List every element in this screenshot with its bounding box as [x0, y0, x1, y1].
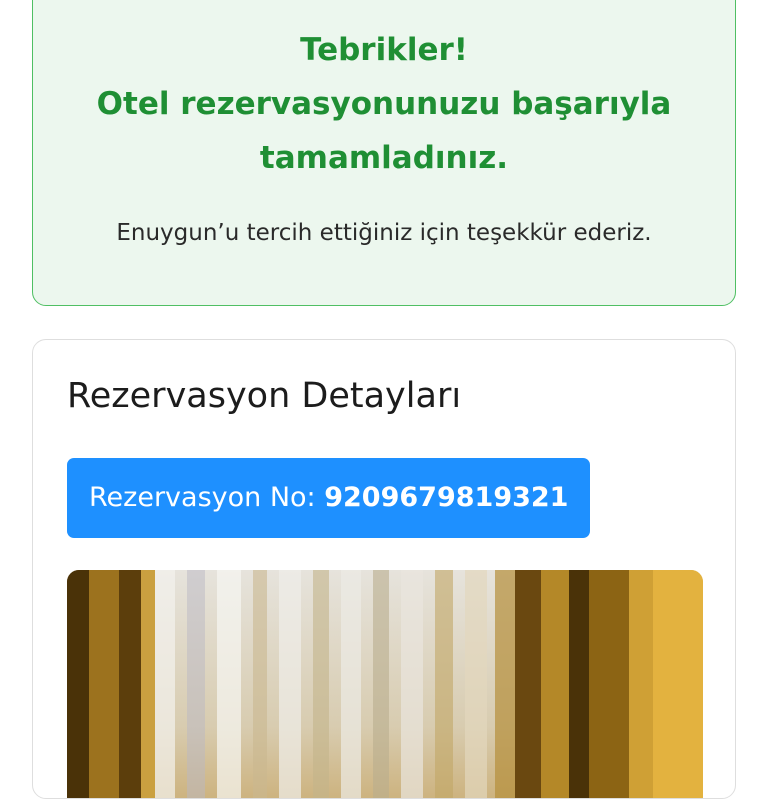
reservation-details-card: Rezervasyon Detayları Rezervasyon No: 92…: [32, 339, 736, 799]
success-heading-line-3: tamamladınız.: [259, 140, 509, 176]
hotel-photo: [67, 570, 703, 798]
reservation-number-label: Rezervasyon No:: [89, 482, 316, 513]
success-heading-line-1: Tebrikler!: [300, 32, 468, 68]
success-heading-line-2: Otel rezervasyonunuzu başarıyla: [96, 86, 672, 122]
hotel-room-image: [67, 570, 703, 798]
thank-you-text: Enuygun’u tercih ettiğiniz için teşekkür…: [116, 220, 652, 246]
reservation-number-badge: Rezervasyon No: 9209679819321: [67, 458, 591, 538]
reservation-details-title: Rezervasyon Detayları: [67, 376, 462, 416]
reservation-number-value: 9209679819321: [324, 482, 569, 513]
success-heading: Tebrikler! Otel rezervasyonunuzu başarıy…: [33, 23, 735, 185]
success-message-card: Tebrikler! Otel rezervasyonunuzu başarıy…: [32, 0, 736, 306]
